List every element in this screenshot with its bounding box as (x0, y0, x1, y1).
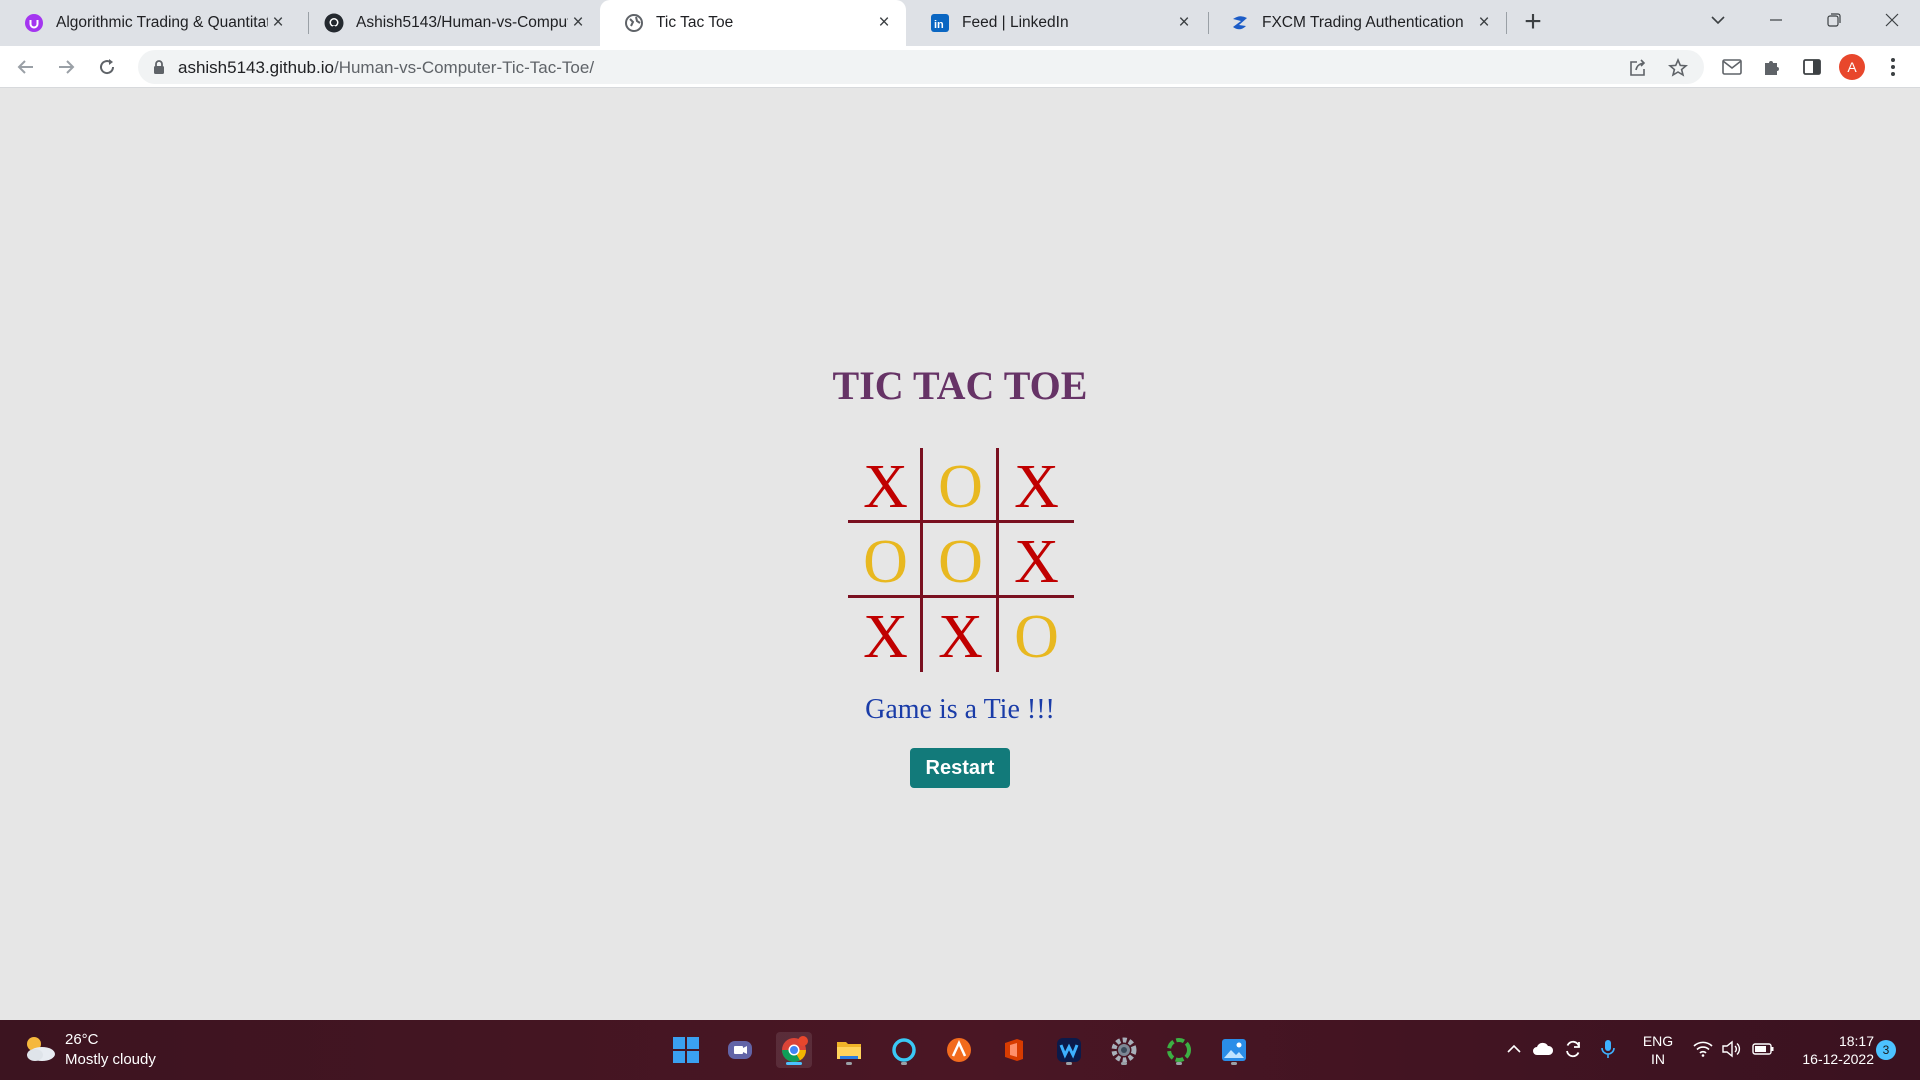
globe-icon (624, 13, 644, 33)
svg-text:in: in (934, 19, 944, 31)
new-tab-button[interactable]: + (1518, 7, 1548, 38)
language-region: IN (1651, 1051, 1665, 1067)
input-language[interactable]: ENG IN (1640, 1032, 1676, 1068)
profile-avatar[interactable]: A (1839, 54, 1865, 80)
running-indicator (1176, 1062, 1182, 1065)
volume-icon[interactable] (1720, 1038, 1742, 1060)
teams-chat-icon[interactable] (722, 1032, 758, 1068)
chrome-icon[interactable] (776, 1032, 812, 1068)
board-cell-x[interactable]: X (848, 598, 923, 673)
office-icon[interactable] (996, 1032, 1032, 1068)
photos-icon[interactable] (1216, 1032, 1252, 1068)
clock-time: 18:17 (1838, 1033, 1874, 1049)
page-viewport: TIC TAC TOE X O X O O X X X O Game is a … (0, 88, 1920, 1020)
system-clock[interactable]: 18:17 16-12-2022 (1782, 1032, 1874, 1068)
udemy-icon (24, 13, 44, 33)
url-path: /Human-vs-Computer-Tic-Tac-Toe/ (333, 58, 595, 77)
reload-button[interactable] (91, 51, 123, 83)
board-cell-x[interactable]: X (999, 523, 1074, 598)
running-indicator (1231, 1062, 1237, 1065)
tab-title: Feed | LinkedIn (962, 14, 1069, 31)
running-indicator (846, 1062, 852, 1065)
weather-temperature[interactable]: 26°C (65, 1031, 99, 1048)
tab-linkedin[interactable]: in Feed | LinkedIn × (906, 0, 1206, 46)
tab-title: Algorithmic Trading & Quantitati (56, 14, 268, 31)
webex-icon[interactable] (1051, 1032, 1087, 1068)
tab-github[interactable]: Ashish5143/Human-vs-Compute × (300, 0, 600, 46)
microphone-icon[interactable] (1597, 1038, 1619, 1060)
app-orange-icon[interactable] (941, 1032, 977, 1068)
sync-icon[interactable] (1562, 1038, 1584, 1060)
github-icon (324, 13, 344, 33)
bookmark-star-icon[interactable] (1666, 56, 1690, 80)
close-icon[interactable]: × (874, 13, 894, 33)
active-indicator (786, 1062, 802, 1065)
tab-search-chevron-icon[interactable] (1690, 0, 1746, 40)
board-cell-o[interactable]: O (848, 523, 923, 598)
side-panel-icon[interactable] (1800, 55, 1824, 79)
cortana-icon[interactable] (886, 1032, 922, 1068)
onedrive-cloud-icon[interactable] (1532, 1038, 1554, 1060)
file-explorer-icon[interactable] (831, 1032, 867, 1068)
board-cell-x[interactable]: X (848, 448, 923, 523)
clock-date: 16-12-2022 (1802, 1051, 1874, 1067)
windows-taskbar: 26°C Mostly cloudy ENG IN 18:17 16-12-20… (0, 1020, 1920, 1080)
kebab-menu-icon[interactable] (1881, 55, 1905, 79)
board-cell-o[interactable]: O (923, 523, 998, 598)
restore-icon[interactable] (1806, 0, 1862, 40)
windows-start-icon[interactable] (668, 1032, 704, 1068)
board-cell-o[interactable]: O (923, 448, 998, 523)
close-window-icon[interactable] (1864, 0, 1920, 40)
forward-arrow-icon (59, 60, 75, 74)
browser-toolbar: ashish5143.github.io/Human-vs-Computer-T… (0, 46, 1920, 88)
tab-strip: Algorithmic Trading & Quantitati × Ashis… (0, 0, 1920, 46)
battery-icon[interactable] (1752, 1038, 1774, 1060)
restart-button[interactable]: Restart (910, 748, 1010, 788)
share-icon[interactable] (1626, 56, 1650, 80)
close-icon[interactable]: × (1174, 13, 1194, 33)
back-arrow-icon (17, 60, 33, 74)
close-icon[interactable]: × (268, 13, 288, 33)
tab-divider (1506, 12, 1507, 34)
running-indicator (1121, 1062, 1127, 1065)
settings-icon[interactable] (1106, 1032, 1142, 1068)
tab-title: FXCM Trading Authentication (1262, 14, 1464, 31)
url-host: ashish5143.github.io (178, 58, 334, 77)
game-board: X O X O O X X X O (848, 448, 1074, 672)
forward-button[interactable] (50, 51, 82, 83)
running-indicator (901, 1062, 907, 1065)
tab-udemy[interactable]: Algorithmic Trading & Quantitati × (0, 0, 300, 46)
board-cell-x[interactable]: X (999, 448, 1074, 523)
back-button[interactable] (10, 51, 42, 83)
address-bar[interactable]: ashish5143.github.io/Human-vs-Computer-T… (138, 50, 1704, 84)
close-icon[interactable]: × (568, 13, 588, 33)
weather-condition[interactable]: Mostly cloudy (65, 1051, 156, 1068)
game-title: TIC TAC TOE (832, 363, 1088, 408)
url-text[interactable]: ashish5143.github.io/Human-vs-Computer-T… (178, 58, 594, 78)
weather-cloudy-icon[interactable] (22, 1034, 56, 1064)
game-status: Game is a Tie !!! (865, 694, 1055, 725)
board-cell-o[interactable]: O (999, 598, 1074, 673)
fxcm-icon (1230, 13, 1250, 33)
lock-icon[interactable] (152, 59, 166, 80)
tab-title: Ashish5143/Human-vs-Compute (356, 14, 568, 31)
language-code: ENG (1642, 1033, 1674, 1049)
running-indicator (1066, 1062, 1072, 1065)
app-green-ring-icon[interactable] (1161, 1032, 1197, 1068)
board-cell-x[interactable]: X (923, 598, 998, 673)
show-hidden-icons-chevron-icon[interactable] (1503, 1038, 1525, 1060)
extensions-puzzle-icon[interactable] (1760, 55, 1784, 79)
close-icon[interactable]: × (1474, 13, 1494, 33)
mail-icon[interactable] (1720, 55, 1744, 79)
linkedin-icon: in (930, 13, 950, 33)
tab-tic-tac-toe[interactable]: Tic Tac Toe × (600, 0, 906, 46)
wifi-icon[interactable] (1692, 1038, 1714, 1060)
tab-fxcm[interactable]: FXCM Trading Authentication × (1206, 0, 1506, 46)
reload-icon (100, 59, 115, 75)
tab-title: Tic Tac Toe (656, 14, 734, 31)
minimize-icon[interactable] (1748, 0, 1804, 40)
notification-badge[interactable]: 3 (1876, 1040, 1896, 1060)
